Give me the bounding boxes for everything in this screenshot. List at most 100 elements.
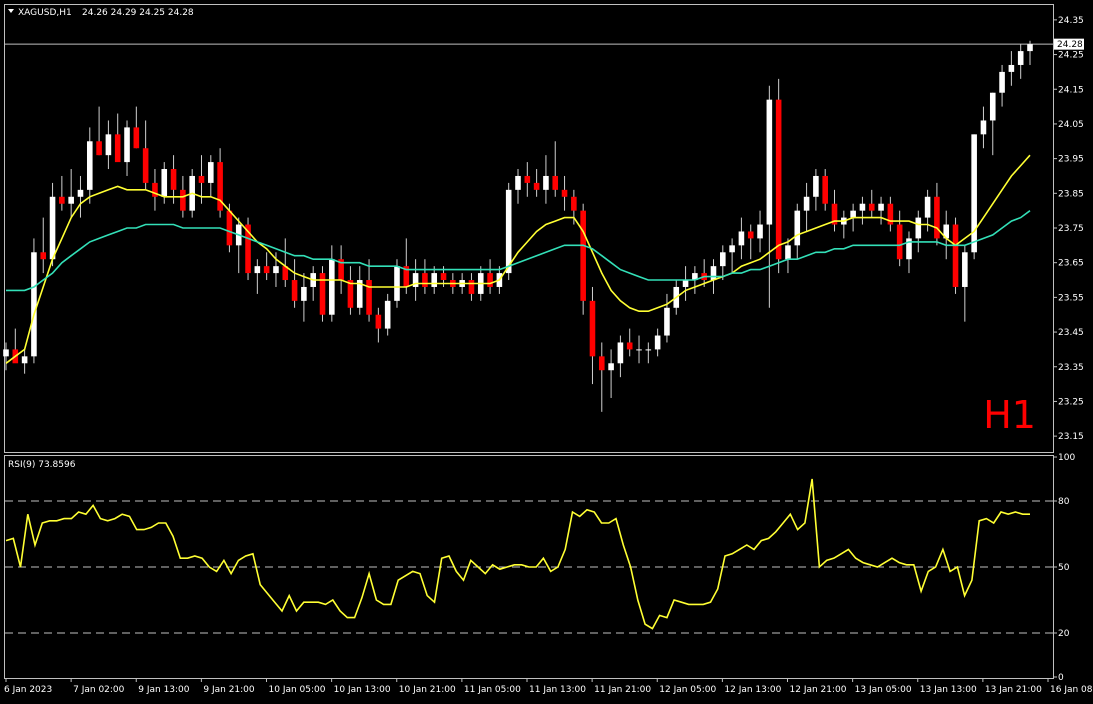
bull-candle (3, 349, 9, 357)
bull-candle (794, 210, 801, 246)
bear-candle (561, 189, 568, 197)
bull-candle (161, 169, 168, 197)
bear-candle (59, 196, 65, 204)
bull-candle (971, 134, 977, 253)
bull-candle (738, 231, 745, 246)
rsi-tick-label: 50 (1058, 563, 1070, 573)
bear-candle (114, 134, 121, 163)
bull-candle (654, 335, 661, 350)
price-panel-frame (4, 4, 1054, 453)
bull-candle (505, 189, 512, 274)
bear-candle (952, 224, 959, 287)
chart-canvas[interactable]: 24.35 24.25 24.15 24.05 23.95 23.85 23.75 23.65… (0, 0, 1093, 700)
rsi-tick-label: 100 (1058, 453, 1075, 463)
time-tick-label: 10 Jan 21:00 (399, 685, 456, 695)
timeframe-watermark: H1 (983, 393, 1036, 437)
bull-candle (384, 300, 391, 329)
bull-candle (980, 120, 987, 135)
bear-candle (598, 356, 605, 371)
bull-candle (49, 196, 56, 260)
bear-candle (775, 99, 782, 260)
bear-candle (422, 273, 428, 287)
bull-candle (608, 363, 614, 371)
bear-candle (822, 175, 828, 204)
trading-chart[interactable]: 24.35 24.25 24.15 24.05 23.95 23.85 23.75 23.65… (0, 0, 1093, 700)
price-tick-label: 23.55 (1058, 293, 1084, 303)
price-tick-label: 23.45 (1058, 328, 1084, 338)
bear-candle (263, 266, 270, 274)
bear-candle (375, 314, 382, 329)
bear-candle (589, 300, 596, 357)
bull-candle (813, 175, 819, 197)
bear-candle (896, 224, 903, 260)
price-axis: 24.35 24.25 24.15 24.05 23.95 23.85 23.75 23.65… (1053, 16, 1084, 442)
price-tick-label: 23.75 (1058, 224, 1084, 234)
triangle-down-icon[interactable] (8, 9, 14, 13)
rsi-axis: 100 80 50 20 0 (1053, 453, 1075, 683)
bull-candle (301, 286, 307, 301)
bear-candle (170, 169, 177, 190)
chart-header: XAGUSD,H1 24.26 24.29 24.25 24.28 (8, 8, 194, 18)
bull-candle (254, 266, 261, 274)
bear-candle (580, 210, 586, 301)
rsi-label: RSI(9) 73.8596 (8, 460, 76, 470)
bull-candle (515, 175, 521, 190)
ma-slow-line (6, 210, 1031, 292)
bear-candle (133, 127, 140, 149)
time-tick-label: 13 Jan 21:00 (985, 685, 1042, 695)
bull-candle (543, 175, 549, 190)
price-tick-label: 23.25 (1058, 397, 1084, 407)
time-tick-label: 12 Jan 05:00 (659, 685, 716, 695)
price-tick-label: 23.85 (1058, 189, 1084, 199)
bull-candle (859, 203, 866, 211)
price-tick-label: 24.05 (1058, 120, 1084, 130)
bear-candle (626, 342, 633, 350)
bull-candle (962, 252, 968, 287)
bear-candle (198, 175, 205, 183)
bull-candle (757, 224, 763, 239)
bear-candle (180, 189, 186, 211)
price-tick-label: 23.35 (1058, 363, 1084, 373)
price-tick-label: 23.95 (1058, 155, 1084, 165)
bull-candle (124, 127, 130, 163)
time-tick-label: 10 Jan 05:00 (269, 685, 326, 695)
time-axis: 6 Jan 2023 7 Jan 02:00 9 Jan 13:00 9 Jan 21… (4, 678, 1093, 695)
bull-candle (31, 252, 37, 357)
rsi-tick-label: 80 (1058, 497, 1070, 507)
bear-candle (487, 273, 493, 287)
time-tick-label: 11 Jan 21:00 (594, 685, 651, 695)
bear-candle (533, 182, 540, 190)
bull-candle (208, 162, 214, 183)
time-tick-label: 9 Jan 21:00 (203, 685, 255, 695)
bear-candle (934, 196, 940, 239)
bull-candle (924, 196, 931, 218)
bull-candle (21, 356, 28, 364)
bull-candle (105, 134, 112, 156)
time-tick-label: 12 Jan 13:00 (724, 685, 781, 695)
price-tick-label: 23.65 (1058, 259, 1084, 269)
time-tick-label: 11 Jan 05:00 (464, 685, 521, 695)
bear-candle (366, 280, 372, 315)
price-tick-label: 24.15 (1058, 85, 1084, 95)
time-tick-label: 9 Jan 13:00 (138, 685, 190, 695)
price-tag-label: 24.28 (1057, 40, 1083, 50)
bull-candle (710, 266, 717, 281)
time-tick-label: 11 Jan 13:00 (529, 685, 586, 695)
bull-candle (682, 280, 689, 287)
bull-candle (273, 266, 279, 274)
bull-candle (86, 141, 93, 190)
rsi-tick-label: 20 (1058, 629, 1070, 639)
time-tick-label: 12 Jan 21:00 (790, 685, 847, 695)
bull-candle (77, 189, 84, 197)
bull-candle (720, 252, 726, 267)
bull-candle (785, 245, 791, 260)
bear-candle (96, 141, 102, 156)
bull-candle (1008, 64, 1015, 72)
candles (3, 40, 1033, 412)
bear-candle (291, 280, 298, 301)
ohlc-values: 24.26 24.29 24.25 24.28 (82, 8, 194, 18)
bull-candle (1017, 51, 1024, 65)
time-tick-label: 10 Jan 13:00 (334, 685, 391, 695)
bull-candle (394, 266, 400, 301)
bull-candle (989, 92, 996, 121)
